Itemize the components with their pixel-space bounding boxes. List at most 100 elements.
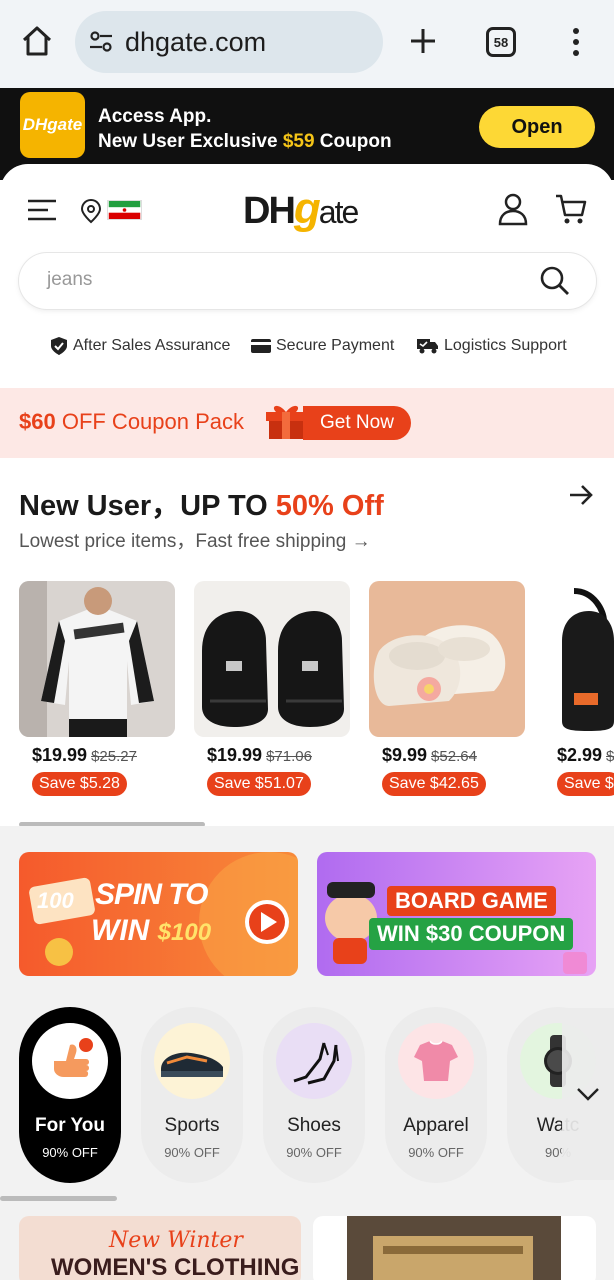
gift-icon (266, 405, 306, 439)
spin-line2: WIN $100 (91, 914, 211, 948)
board-line2: WIN $30 COUPON (369, 918, 574, 950)
save-badge: Save $5.28 (32, 772, 127, 796)
tune-icon[interactable] (89, 31, 113, 53)
category-for-you[interactable]: For You 90% OFF (19, 1007, 121, 1183)
category-discount: 90% OFF (286, 1145, 342, 1160)
site-header: DHgate jeans After Sales Assurance Secur… (0, 164, 614, 392)
product-image-shirt[interactable] (19, 581, 175, 737)
sale-price: $19.99 (32, 745, 88, 765)
user-icon[interactable] (497, 192, 529, 226)
menu-icon[interactable] (26, 198, 58, 222)
product-card[interactable]: $19.99 $71.06 Save $51.07 (194, 581, 350, 796)
assurance-secure-payment: Secure Payment (251, 334, 394, 358)
location-icon[interactable] (80, 198, 102, 224)
tabs-icon[interactable]: 58 (486, 27, 516, 57)
browser-toolbar: dhgate.com 58 (0, 0, 614, 88)
category-discount: 90% OFF (408, 1145, 464, 1160)
arrow-right-icon[interactable] (568, 482, 594, 508)
shield-icon (51, 337, 67, 355)
spin-to-win-banner[interactable]: 100 SPIN TO WIN $100 (19, 852, 298, 976)
save-badge: Save $51.07 (207, 772, 311, 796)
app-banner-line1: Access App. (98, 106, 212, 127)
promo-banners: 100 SPIN TO WIN $100 BOARD GAME WIN $30 … (0, 826, 614, 996)
save-badge: Save $ (557, 772, 614, 796)
spin-win: WIN (91, 914, 150, 947)
chevron-down-icon (577, 1088, 599, 1101)
new-user-title-prefix: New User，UP TO (19, 490, 276, 522)
plus-icon[interactable] (408, 26, 438, 56)
flag-iran[interactable] (107, 200, 142, 220)
sale-price: $19.99 (207, 745, 263, 765)
spin-amount: $100 (157, 919, 212, 946)
app-banner-line2-prefix: New User Exclusive (98, 131, 283, 152)
product-image-loafers[interactable] (194, 581, 350, 737)
cart-icon[interactable] (554, 192, 588, 226)
home-icon[interactable] (20, 24, 54, 58)
card-title: WOMEN'S CLOTHING (51, 1254, 300, 1280)
categories-scrollbar[interactable] (0, 1196, 117, 1201)
product-image-backpack[interactable] (544, 581, 614, 737)
coupon-amount: $60 (19, 409, 56, 434)
coupon-pack-text: $60 OFF Coupon Pack (19, 409, 244, 435)
category-name: Shoes (287, 1115, 341, 1136)
product-image-clogs[interactable] (369, 581, 525, 737)
winter-clothing-card[interactable]: New Winter WOMEN'S CLOTHING (19, 1216, 301, 1280)
logo-dh: DH (243, 190, 296, 232)
category-pills: For You 90% OFF Sports 90% OFF Shoes 90%… (0, 996, 614, 1206)
card-icon (251, 339, 271, 353)
expand-categories-button[interactable] (562, 1008, 614, 1180)
product-price: $19.99 $25.27 (32, 745, 137, 766)
url-text: dhgate.com (125, 27, 267, 57)
category-sports[interactable]: Sports 90% OFF (141, 1007, 243, 1183)
coupon-pack-banner[interactable]: $60 OFF Coupon Pack Get Now (0, 388, 614, 458)
spin-badge: 100 (37, 888, 74, 913)
product-card[interactable]: $19.99 $25.27 Save $5.28 (19, 581, 175, 796)
assurance-label: After Sales Assurance (73, 337, 231, 354)
dhgate-logo[interactable]: DHgate (243, 184, 359, 234)
app-logo: DHgate (20, 92, 85, 158)
product-price: $9.99 $52.64 (382, 745, 477, 766)
board-line1: BOARD GAME (387, 886, 556, 916)
category-discount: 90% OFF (164, 1145, 220, 1160)
assurance-label: Logistics Support (444, 337, 567, 354)
new-user-section: New User，UP TO 50% Off Lowest price item… (0, 458, 614, 827)
app-banner-line2-suffix: Coupon (314, 131, 392, 152)
save-badge: Save $42.65 (382, 772, 486, 796)
card-title-script: New Winter (109, 1228, 243, 1253)
new-user-title-pct: 50% Off (275, 490, 384, 522)
logo-g: g (293, 184, 321, 233)
new-user-title: New User，UP TO 50% Off (19, 482, 384, 524)
feed-cards: New Winter WOMEN'S CLOTHING (0, 1206, 614, 1280)
app-banner-amount: $59 (282, 131, 315, 152)
new-user-subtitle[interactable]: Lowest price items，Fast free shipping → (19, 526, 371, 553)
product-feed-card[interactable] (313, 1216, 596, 1280)
category-shoes[interactable]: Shoes 90% OFF (263, 1007, 365, 1183)
original-price: $25.27 (91, 748, 137, 765)
open-app-button[interactable]: Open (479, 106, 595, 148)
assurance-after-sales: After Sales Assurance (50, 334, 230, 358)
category-image (32, 1023, 108, 1099)
category-image (276, 1023, 352, 1099)
board-game-banner[interactable]: BOARD GAME WIN $30 COUPON (317, 852, 596, 976)
product-price: $19.99 $71.06 (207, 745, 312, 766)
category-image (154, 1023, 230, 1099)
product-card[interactable]: $2.99 $ Save $ (544, 581, 614, 821)
category-apparel[interactable]: Apparel 90% OFF (385, 1007, 487, 1183)
get-now-button[interactable]: Get Now (303, 406, 411, 440)
sale-price: $2.99 (557, 745, 603, 765)
more-vert-icon[interactable] (566, 26, 586, 58)
truck-icon (417, 339, 438, 354)
category-image (398, 1023, 474, 1099)
app-banner-text: Access App. New User Exclusive $59 Coupo… (98, 104, 392, 154)
original-price: $ (606, 748, 614, 765)
original-price: $52.64 (431, 748, 477, 765)
product-card[interactable]: $9.99 $52.64 Save $42.65 (369, 581, 525, 796)
category-name: For You (34, 1115, 106, 1136)
search-bar[interactable]: jeans (19, 253, 596, 309)
search-icon[interactable] (539, 265, 571, 297)
category-name: Apparel (403, 1115, 469, 1136)
search-input[interactable]: jeans (47, 269, 92, 291)
category-name: Sports (164, 1115, 220, 1136)
address-bar[interactable]: dhgate.com (75, 11, 383, 73)
product-price: $2.99 $ (557, 745, 614, 766)
